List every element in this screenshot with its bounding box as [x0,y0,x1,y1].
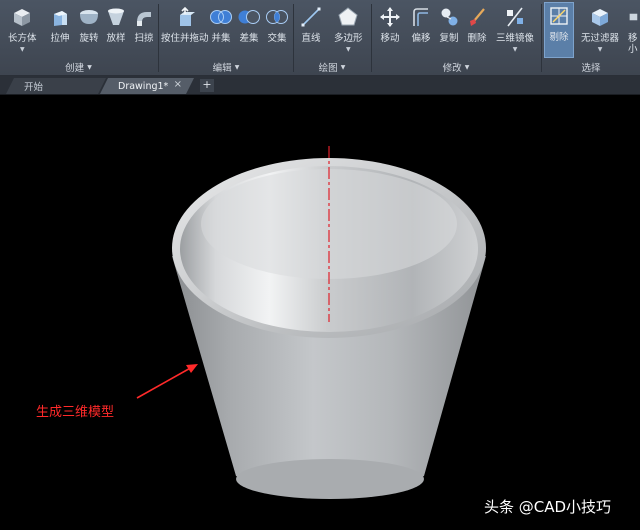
presspull-button[interactable]: 按住并拖动 [161,4,209,44]
revolve-button[interactable]: 旋转 [77,4,101,44]
chevron-down-icon: ▼ [87,63,92,71]
sweep-icon [132,4,156,30]
panel-edit-title[interactable]: 编辑 ▼ [159,60,293,74]
filter-dropdown[interactable]: 无过滤器 ▼ [581,4,619,55]
annotation-label: 生成三维模型 [36,405,115,420]
erase-icon [465,4,489,30]
gizmo-icon [628,4,640,30]
copy-icon [437,4,461,30]
tab-start[interactable]: 开始 [6,78,106,94]
close-icon[interactable]: × [174,79,182,90]
ribbon: 长方体 ▼ 拉伸 旋转 放样 扫掠 创建 ▼ 按住并拖动 并集 差集 交集 编辑… [0,0,640,76]
chevron-down-icon: ▼ [464,63,470,71]
cup-base [236,459,424,499]
move-icon [378,4,402,30]
box-button[interactable]: 长方体 ▼ [8,4,37,55]
panel-draw-title[interactable]: 绘图 ▼ [294,60,370,74]
erase-button[interactable]: 删除 [465,4,489,44]
move-button[interactable]: 移动 [378,4,402,44]
tab-drawing1[interactable]: Drawing1* × [100,78,194,94]
polygon-button[interactable]: 多边形 ▼ [334,4,363,55]
revolve-icon [77,4,101,30]
intersect-button[interactable]: 交集 [265,4,289,44]
gizmo-button[interactable]: 移 小 [628,4,640,55]
file-tabs: 开始 Drawing1* × + [0,76,640,95]
chevron-down-icon: ▼ [597,46,603,53]
presspull-icon [173,4,197,30]
panel-select-title[interactable]: 选择 [542,60,640,74]
box-icon [10,4,34,30]
extrude-icon [48,4,72,30]
offset-button[interactable]: 偏移 [409,4,433,44]
drawing-viewport[interactable] [0,96,640,530]
chevron-down-icon: ▼ [234,63,240,71]
loft-icon [104,4,128,30]
loft-button[interactable]: 放样 [104,4,128,44]
chevron-down-icon: ▼ [19,46,25,53]
filter-icon [588,4,612,30]
subtract-button[interactable]: 差集 [237,4,261,44]
union-button[interactable]: 并集 [209,4,233,44]
line-icon [299,4,323,30]
polygon-icon [336,4,360,30]
sweep-button[interactable]: 扫掠 [132,4,156,44]
mirror3d-button[interactable]: 三维镜像 ▼ [496,4,534,55]
chevron-down-icon: ▼ [512,46,518,53]
panel-create-title[interactable]: 创建 ▼ [0,60,157,74]
mirror3d-icon [503,4,527,30]
culling-button[interactable]: 剔除 [544,2,574,58]
culling-icon [547,3,571,29]
chevron-down-icon: ▼ [345,46,351,53]
union-icon [209,4,233,30]
cup-3d-model [136,146,486,499]
copy-button[interactable]: 复制 [437,4,461,44]
arrow-head-icon [186,364,198,373]
annotation-arrow [136,365,195,399]
new-tab-button[interactable]: + [200,79,214,92]
offset-icon [409,4,433,30]
intersect-icon [265,4,289,30]
watermark: 头条 @CAD小技巧 [484,498,612,516]
panel-modify-title[interactable]: 修改 ▼ [372,60,540,74]
chevron-down-icon: ▼ [340,63,346,71]
extrude-button[interactable]: 拉伸 [48,4,72,44]
line-button[interactable]: 直线 [299,4,323,44]
subtract-icon [237,4,261,30]
